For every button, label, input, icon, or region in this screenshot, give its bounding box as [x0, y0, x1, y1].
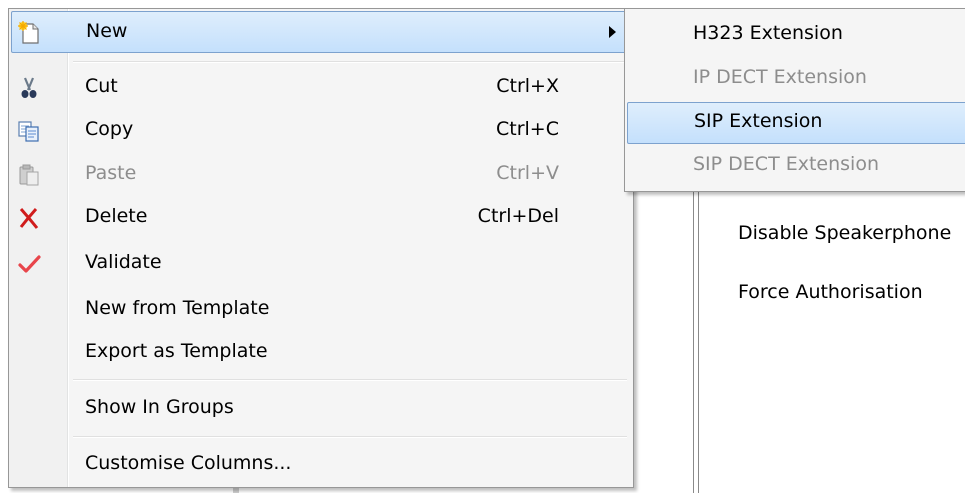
- splitter-divider-inner: [698, 185, 699, 493]
- menu-item-cut[interactable]: Cut Ctrl+X: [11, 67, 631, 109]
- submenu-item-ip-dect-extension[interactable]: IP DECT Extension: [627, 59, 965, 101]
- menu-item-show-in-groups[interactable]: Show In Groups: [11, 388, 631, 430]
- submenu-item-label: IP DECT Extension: [693, 66, 867, 88]
- submenu-item-h323-extension[interactable]: H323 Extension: [627, 15, 965, 57]
- paste-icon: [17, 163, 41, 187]
- menu-item-paste[interactable]: Paste Ctrl+V: [11, 154, 631, 196]
- submenu-item-label: SIP Extension: [694, 110, 823, 132]
- checkmark-icon: [17, 252, 41, 276]
- menu-item-show-in-groups-label: Show In Groups: [85, 396, 234, 418]
- menu-item-export-as-template-label: Export as Template: [85, 340, 268, 362]
- shortcut-copy: Ctrl+C: [496, 118, 559, 140]
- submenu-item-sip-dect-extension[interactable]: SIP DECT Extension: [627, 146, 965, 188]
- submenu-item-label: H323 Extension: [693, 22, 843, 44]
- splitter-divider[interactable]: [693, 185, 694, 493]
- shortcut-delete: Ctrl+Del: [477, 205, 559, 227]
- menu-item-new-from-template-label: New from Template: [85, 297, 270, 319]
- menu-item-copy[interactable]: Copy Ctrl+C: [11, 110, 631, 152]
- submenu-arrow-icon: [609, 26, 616, 38]
- menu-item-new-from-template[interactable]: New from Template: [11, 289, 631, 331]
- new-document-icon: [18, 21, 42, 45]
- menu-separator: [73, 61, 627, 63]
- disable-speakerphone-label: Disable Speakerphone: [738, 222, 952, 244]
- menu-item-delete[interactable]: Delete Ctrl+Del: [11, 197, 631, 239]
- copy-icon: [17, 119, 41, 143]
- menu-item-customise-columns-label: Customise Columns...: [85, 452, 292, 474]
- menu-item-cut-label: Cut: [85, 75, 118, 97]
- force-authorisation-label: Force Authorisation: [738, 281, 923, 303]
- menu-item-validate-label: Validate: [85, 251, 162, 273]
- menu-separator: [73, 379, 627, 381]
- shortcut-cut: Ctrl+X: [496, 75, 559, 97]
- menu-item-copy-label: Copy: [85, 118, 134, 140]
- menu-item-delete-label: Delete: [85, 205, 148, 227]
- shortcut-paste: Ctrl+V: [496, 162, 559, 184]
- submenu-item-label: SIP DECT Extension: [693, 153, 879, 175]
- delete-x-icon: [17, 206, 41, 230]
- submenu-item-sip-extension[interactable]: SIP Extension: [627, 102, 965, 144]
- menu-item-export-as-template[interactable]: Export as Template: [11, 332, 631, 374]
- menu-item-new[interactable]: New: [11, 11, 631, 53]
- context-menu: New Cut Ctrl+X Copy Ctrl+C Paste Ctrl+V …: [8, 8, 634, 488]
- scissors-icon: [17, 76, 41, 100]
- menu-item-new-label: New: [86, 20, 128, 42]
- new-submenu: H323 Extension IP DECT Extension SIP Ext…: [624, 8, 965, 192]
- menu-separator: [73, 436, 627, 438]
- menu-item-paste-label: Paste: [85, 162, 137, 184]
- background-edge: [233, 488, 239, 493]
- menu-item-customise-columns[interactable]: Customise Columns...: [11, 444, 631, 486]
- menu-item-validate[interactable]: Validate: [11, 243, 631, 285]
